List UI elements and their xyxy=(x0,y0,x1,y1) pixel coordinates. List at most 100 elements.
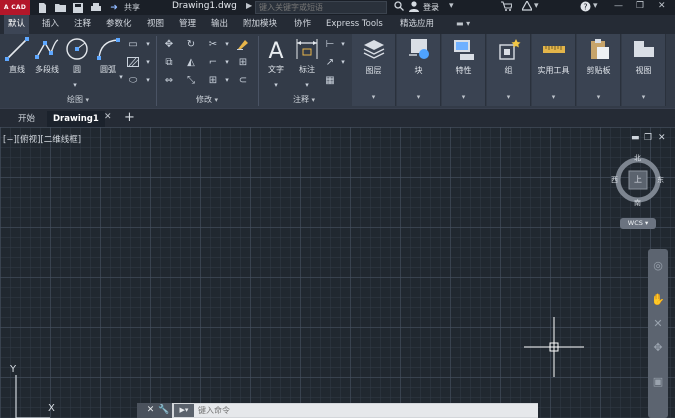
polyline-tool[interactable]: 多段线 xyxy=(32,37,62,75)
properties-dropdown-icon[interactable]: ▾ xyxy=(442,93,485,101)
connect-dropdown-icon[interactable]: ▾ xyxy=(534,1,539,11)
search-input[interactable] xyxy=(255,1,387,14)
viewport-restore-icon[interactable]: ❐ xyxy=(644,133,652,143)
utilities-dropdown-icon[interactable]: ▾ xyxy=(532,93,575,101)
multileader-icon[interactable]: ↗ xyxy=(323,56,337,68)
tab-collaborate[interactable]: 协作 xyxy=(290,15,315,34)
move-icon[interactable]: ✥ xyxy=(162,38,176,50)
close-window-button[interactable]: ✕ xyxy=(658,1,666,11)
showmotion-icon[interactable]: ▣ xyxy=(650,373,666,389)
modify-panel-title[interactable]: 修改 ▾ xyxy=(157,94,257,106)
save-icon[interactable] xyxy=(72,2,84,13)
view-panel[interactable]: 视图 ▾ xyxy=(622,34,666,106)
zoom-extents-icon[interactable]: ✕ xyxy=(650,315,666,331)
group-dropdown-icon[interactable]: ▾ xyxy=(487,93,530,101)
annotation-panel-title[interactable]: 注释 ▾ xyxy=(259,94,349,106)
tab-featured-apps[interactable]: 精选应用 xyxy=(396,15,438,34)
fillet-icon[interactable]: ⌐ xyxy=(206,56,220,68)
drawing-canvas[interactable]: [−][俯视][二维线框] ▬ ❐ ✕ 北 南 西 东 上 WCS ▾ ◎ ✋ … xyxy=(0,127,675,418)
table-icon[interactable]: ▦ xyxy=(323,74,337,86)
modify-panel-expand-icon[interactable]: ▾ xyxy=(215,96,219,104)
restore-button[interactable]: ❐ xyxy=(636,1,644,11)
line-tool[interactable]: 直线 xyxy=(4,37,30,75)
block-dropdown-icon[interactable]: ▾ xyxy=(397,93,440,101)
trim-dropdown-icon[interactable]: ▾ xyxy=(220,38,234,50)
offset-icon[interactable]: ⊂ xyxy=(236,74,250,86)
copy-icon[interactable]: ⧉ xyxy=(162,56,176,68)
login-button[interactable]: 登录 xyxy=(423,2,439,13)
help-icon[interactable]: ? xyxy=(580,1,591,15)
share-label[interactable]: 共享 xyxy=(124,2,140,13)
tab-insert[interactable]: 插入 xyxy=(38,15,63,34)
dimension-tool[interactable]: 标注 xyxy=(292,37,322,75)
text-dropdown-icon[interactable]: ▾ xyxy=(269,79,283,91)
properties-panel[interactable]: 特性 ▾ xyxy=(442,34,486,106)
help-dropdown-icon[interactable]: ▾ xyxy=(593,1,598,11)
tab-annotate[interactable]: 注释 xyxy=(70,15,95,34)
scale-icon[interactable]: ⤡ xyxy=(184,74,198,86)
viewcube-north[interactable]: 北 xyxy=(634,153,641,163)
hatch-icon[interactable] xyxy=(126,56,140,68)
wcs-menu-button[interactable]: WCS ▾ xyxy=(620,218,656,229)
trim-icon[interactable]: ✂ xyxy=(206,38,220,50)
app-logo[interactable]: A CAD xyxy=(0,0,30,15)
cart-icon[interactable] xyxy=(501,1,513,14)
view-dropdown-icon[interactable]: ▾ xyxy=(622,93,665,101)
arc-tool[interactable]: 圆弧 xyxy=(94,37,122,75)
ellipse-icon[interactable]: ⬭ xyxy=(126,74,140,86)
login-dropdown-icon[interactable]: ▾ xyxy=(449,1,454,11)
array-icon[interactable]: ⊞ xyxy=(206,74,220,86)
tab-addins[interactable]: 附加模块 xyxy=(239,15,281,34)
draw-panel-expand-icon[interactable]: ▾ xyxy=(86,96,90,104)
user-icon[interactable] xyxy=(409,1,419,15)
leader-icon[interactable]: ⊢ xyxy=(323,38,337,50)
viewcube-east[interactable]: 东 xyxy=(657,175,664,185)
tab-manage[interactable]: 管理 xyxy=(175,15,200,34)
ribbon-options-icon[interactable]: ▬ ▾ xyxy=(456,19,478,30)
draw-panel-title[interactable]: 绘图 ▾ xyxy=(0,94,156,106)
viewcube-south[interactable]: 南 xyxy=(634,198,641,208)
new-file-icon[interactable] xyxy=(36,2,48,13)
connect-icon[interactable] xyxy=(520,0,534,14)
command-line-settings-icon[interactable]: 🔧 xyxy=(156,403,172,418)
minimize-button[interactable]: — xyxy=(614,1,623,11)
rectangle-icon[interactable]: ▭ xyxy=(126,38,140,50)
circle-tool[interactable]: 圆 xyxy=(64,37,90,75)
viewcube-west[interactable]: 西 xyxy=(611,175,618,185)
annotation-panel-expand-icon[interactable]: ▾ xyxy=(312,96,316,104)
layers-panel[interactable]: 图层 ▾ xyxy=(352,34,396,106)
rectangle-dropdown-icon[interactable]: ▾ xyxy=(141,38,155,50)
boundary-dropdown-icon[interactable]: ▾ xyxy=(141,74,155,86)
command-line-close-icon[interactable]: ✕ xyxy=(145,403,156,418)
viewport-minimize-icon[interactable]: ▬ xyxy=(631,133,640,143)
tab-default[interactable]: 默认 xyxy=(4,15,30,34)
mirror-icon[interactable]: ◭ xyxy=(184,56,198,68)
circle-dropdown-icon[interactable]: ▾ xyxy=(68,79,82,91)
multileader-dropdown-icon[interactable]: ▾ xyxy=(336,56,350,68)
leader-dropdown-icon[interactable]: ▾ xyxy=(336,38,350,50)
pan-icon[interactable]: ✋ xyxy=(650,291,666,307)
viewport-controls[interactable]: [−][俯视][二维线框] xyxy=(3,133,81,145)
ellipse-dropdown-icon[interactable]: ▾ xyxy=(141,56,155,68)
fillet-dropdown-icon[interactable]: ▾ xyxy=(220,56,234,68)
clipboard-dropdown-icon[interactable]: ▾ xyxy=(577,93,620,101)
erase-icon[interactable] xyxy=(236,38,250,50)
array-dropdown-icon[interactable]: ▾ xyxy=(220,74,234,86)
layers-dropdown-icon[interactable]: ▾ xyxy=(352,93,395,101)
share-arrow-icon[interactable]: ➜ xyxy=(108,2,120,13)
explode-icon[interactable]: ⊞ xyxy=(236,56,250,68)
search-icon[interactable] xyxy=(394,1,404,14)
block-panel[interactable]: 块 ▾ xyxy=(397,34,441,106)
new-tab-button[interactable]: + xyxy=(124,110,135,125)
steering-wheel-icon[interactable]: ◎ xyxy=(650,257,666,273)
viewport-close-icon[interactable]: ✕ xyxy=(658,133,666,143)
tab-output[interactable]: 输出 xyxy=(207,15,232,34)
dimension-dropdown-icon[interactable]: ▾ xyxy=(300,79,314,91)
command-line-grip[interactable] xyxy=(137,403,145,418)
doc-tab-drawing1[interactable]: Drawing1 xyxy=(47,111,105,128)
orbit-icon[interactable]: ✥ xyxy=(650,339,666,355)
doc-tab-start[interactable]: 开始 xyxy=(12,111,41,128)
text-tool[interactable]: A 文字 xyxy=(262,37,290,75)
doc-tab-close-icon[interactable]: ✕ xyxy=(104,112,112,122)
command-history-icon[interactable]: ▶▾ xyxy=(174,404,194,417)
